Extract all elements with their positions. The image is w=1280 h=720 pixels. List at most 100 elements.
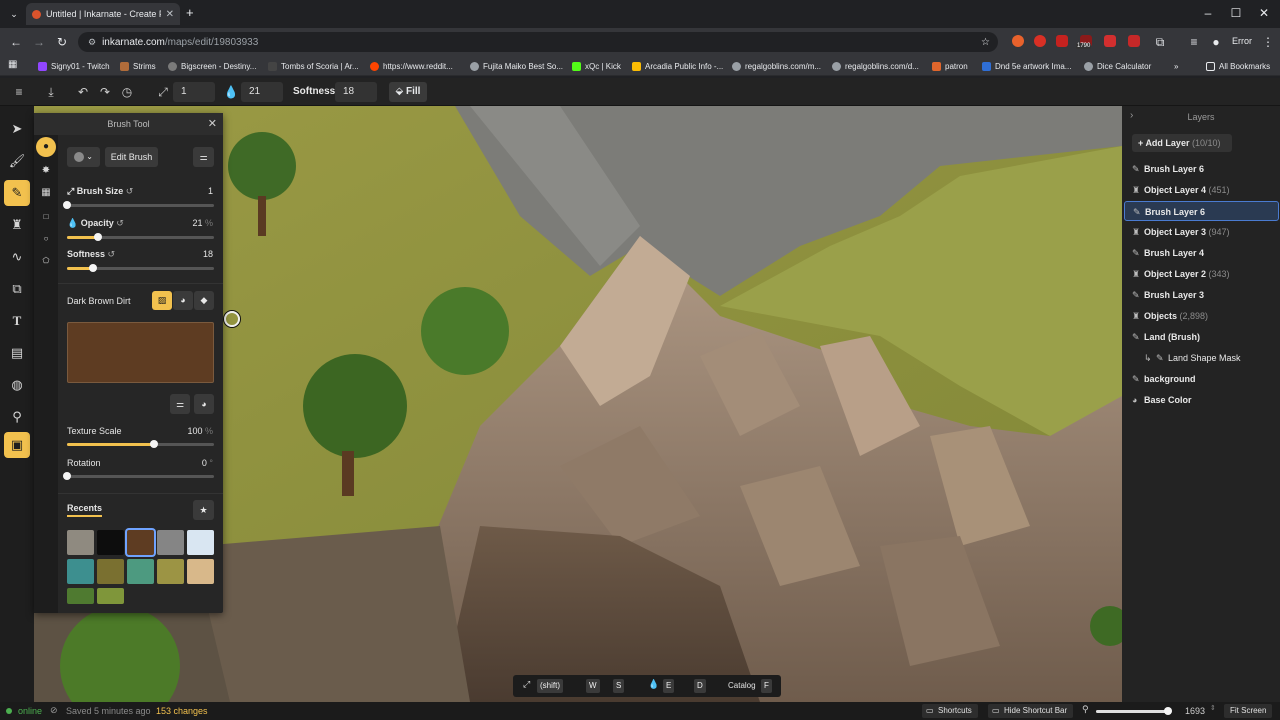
layer-item[interactable]: ✎ Land (Brush) bbox=[1124, 327, 1279, 347]
reset-icon[interactable]: ↺ bbox=[126, 186, 134, 196]
close-panel-icon[interactable]: ✕ bbox=[208, 113, 217, 135]
save-icon[interactable]: ▣ bbox=[4, 432, 30, 458]
bookmark-item[interactable]: Signy01 - Twitch bbox=[38, 59, 110, 73]
opacity-value[interactable]: 21 % bbox=[192, 218, 213, 228]
eraser-icon[interactable]: ◆ bbox=[194, 291, 214, 310]
export-icon[interactable]: ⤓ bbox=[42, 83, 60, 101]
history-icon[interactable]: ◷ bbox=[118, 83, 136, 101]
layer-item[interactable]: ↳ ✎ Land Shape Mask bbox=[1124, 348, 1279, 368]
zoom-value[interactable]: 1693 bbox=[1185, 706, 1205, 716]
more-bookmarks[interactable]: » bbox=[1174, 59, 1178, 73]
rotation-slider[interactable] bbox=[63, 472, 214, 480]
zoom-stepper-icon[interactable]: ⇕ bbox=[1210, 704, 1216, 712]
recent-swatch[interactable] bbox=[97, 588, 124, 604]
bookmark-star-icon[interactable]: ☆ bbox=[981, 37, 990, 48]
layer-item[interactable]: ✎ Brush Layer 6 bbox=[1124, 201, 1279, 221]
layer-item[interactable]: ♜ Object Layer 4 (451) bbox=[1124, 180, 1279, 200]
brush-tool-icon[interactable]: ✎ bbox=[4, 180, 30, 206]
undo-icon[interactable]: ↶ bbox=[74, 83, 92, 101]
circle-brush-icon[interactable]: ○ bbox=[36, 229, 56, 249]
bookmark-item[interactable]: Dice Calculator bbox=[1084, 59, 1151, 73]
redo-icon[interactable]: ↷ bbox=[96, 83, 114, 101]
polygon-brush-icon[interactable]: ⬠ bbox=[36, 251, 56, 271]
opacity-input[interactable]: 21 bbox=[241, 82, 283, 102]
extension-red-box-icon[interactable] bbox=[1128, 35, 1140, 47]
maximize-icon[interactable]: ☐ bbox=[1226, 4, 1246, 22]
recent-swatch[interactable] bbox=[67, 530, 94, 555]
changes-count[interactable]: 153 changes bbox=[156, 706, 208, 716]
menu-icon[interactable]: ≡ bbox=[10, 83, 28, 101]
layer-item[interactable]: ♜ Object Layer 2 (343) bbox=[1124, 264, 1279, 284]
back-icon[interactable]: ← bbox=[8, 34, 24, 50]
bookmark-item[interactable]: regalgoblins.com/d... bbox=[832, 59, 919, 73]
softness-input[interactable]: 18 bbox=[335, 82, 377, 102]
size-input[interactable]: 1 bbox=[173, 82, 215, 102]
layer-item[interactable]: ♜ Object Layer 3 (947) bbox=[1124, 222, 1279, 242]
brush-preview-dropdown[interactable]: ⌄ bbox=[67, 147, 100, 167]
reading-list-icon[interactable]: ≡ bbox=[1186, 34, 1202, 50]
grid-brush-icon[interactable]: ▦ bbox=[36, 183, 56, 203]
reset-icon[interactable]: ↺ bbox=[116, 218, 124, 228]
path-tool-icon[interactable]: ∿ bbox=[4, 244, 30, 270]
bookmark-item[interactable]: Strims bbox=[120, 59, 156, 73]
layer-item[interactable]: ✎ background bbox=[1124, 369, 1279, 389]
paint-tool-icon[interactable]: 🖌 bbox=[4, 148, 30, 174]
reload-icon[interactable]: ↻ bbox=[54, 34, 70, 50]
extension-orange-icon[interactable] bbox=[1012, 35, 1024, 47]
forward-icon[interactable]: → bbox=[31, 34, 47, 50]
zoom-slider[interactable] bbox=[1096, 707, 1173, 715]
brush-size-value[interactable]: 1 bbox=[208, 186, 213, 196]
recent-swatch[interactable] bbox=[97, 559, 124, 584]
fill-button[interactable]: ⬙ Fill bbox=[389, 82, 427, 102]
globe-tool-icon[interactable]: ◍ bbox=[4, 372, 30, 398]
apps-grid-icon[interactable]: ▦ bbox=[8, 59, 17, 70]
texture-scale-slider[interactable] bbox=[67, 440, 214, 448]
layer-item[interactable]: ✎ Brush Layer 3 bbox=[1124, 285, 1279, 305]
bookmark-item[interactable]: Arcadia Public Info -... bbox=[632, 59, 723, 73]
slider-knob[interactable] bbox=[1164, 707, 1173, 715]
bookmark-item[interactable]: Tombs of Scoria | Ar... bbox=[268, 59, 359, 73]
shape-tool-icon[interactable]: ⧉ bbox=[4, 276, 30, 302]
favorites-star-icon[interactable]: ★ bbox=[193, 500, 214, 520]
layer-item[interactable]: ✎ Brush Layer 6 bbox=[1124, 159, 1279, 179]
softness-slider[interactable] bbox=[67, 264, 214, 272]
layer-item[interactable]: ◕ Base Color bbox=[1124, 390, 1279, 410]
recent-swatch[interactable] bbox=[127, 530, 154, 555]
slider-knob[interactable] bbox=[63, 472, 71, 480]
bookmark-item[interactable]: Bigscreen - Destiny... bbox=[168, 59, 256, 73]
slider-knob[interactable] bbox=[149, 440, 158, 448]
profile-icon[interactable]: ● bbox=[1208, 34, 1224, 50]
extension-youtube-icon[interactable] bbox=[1104, 35, 1116, 47]
extension-abp-icon[interactable] bbox=[1056, 35, 1068, 47]
texture-palette-icon[interactable]: ◕ bbox=[194, 394, 214, 414]
texture-settings-icon[interactable]: ⚌ bbox=[170, 394, 190, 414]
recent-swatch[interactable] bbox=[187, 559, 214, 584]
slider-knob[interactable] bbox=[63, 201, 71, 209]
recent-swatch[interactable] bbox=[67, 559, 94, 584]
recent-swatch[interactable] bbox=[97, 530, 124, 555]
bookmark-item[interactable]: xQc | Kick bbox=[572, 59, 621, 73]
scatter-brush-icon[interactable]: ✸ bbox=[36, 161, 56, 181]
notes-tool-icon[interactable]: ▤ bbox=[4, 340, 30, 366]
object-tool-icon[interactable]: ♜ bbox=[4, 212, 30, 238]
close-tab-icon[interactable]: ✕ bbox=[166, 9, 174, 20]
bookmark-item[interactable]: patron bbox=[932, 59, 968, 73]
bookmark-item[interactable]: regalgoblins.com/m... bbox=[732, 59, 821, 73]
layer-item[interactable]: ♜ Objects (2,898) bbox=[1124, 306, 1279, 326]
bookmark-item[interactable]: https://www.reddit... bbox=[370, 59, 453, 73]
address-bar[interactable]: ⚙ inkarnate.com/maps/edit/19803933 ☆ bbox=[78, 32, 998, 52]
layer-item[interactable]: ✎ Brush Layer 4 bbox=[1124, 243, 1279, 263]
opacity-slider[interactable] bbox=[67, 233, 214, 241]
texture-mode-icon[interactable]: ▨ bbox=[152, 291, 172, 310]
softness-value[interactable]: 18 bbox=[203, 249, 213, 259]
slider-knob[interactable] bbox=[93, 233, 102, 241]
bookmark-item[interactable]: Fujita Maiko Best So... bbox=[470, 59, 563, 73]
palette-icon[interactable]: ◕ bbox=[173, 291, 193, 310]
texture-scale-value[interactable]: 100 % bbox=[187, 426, 213, 436]
extensions-puzzle-icon[interactable]: ⧉ bbox=[1152, 34, 1168, 50]
select-tool-icon[interactable]: ➤ bbox=[4, 116, 30, 142]
recent-swatch[interactable] bbox=[187, 530, 214, 555]
brush-settings-icon[interactable]: ⚌ bbox=[193, 147, 214, 167]
error-label[interactable]: Error bbox=[1232, 36, 1252, 46]
texture-preview[interactable] bbox=[67, 322, 214, 383]
